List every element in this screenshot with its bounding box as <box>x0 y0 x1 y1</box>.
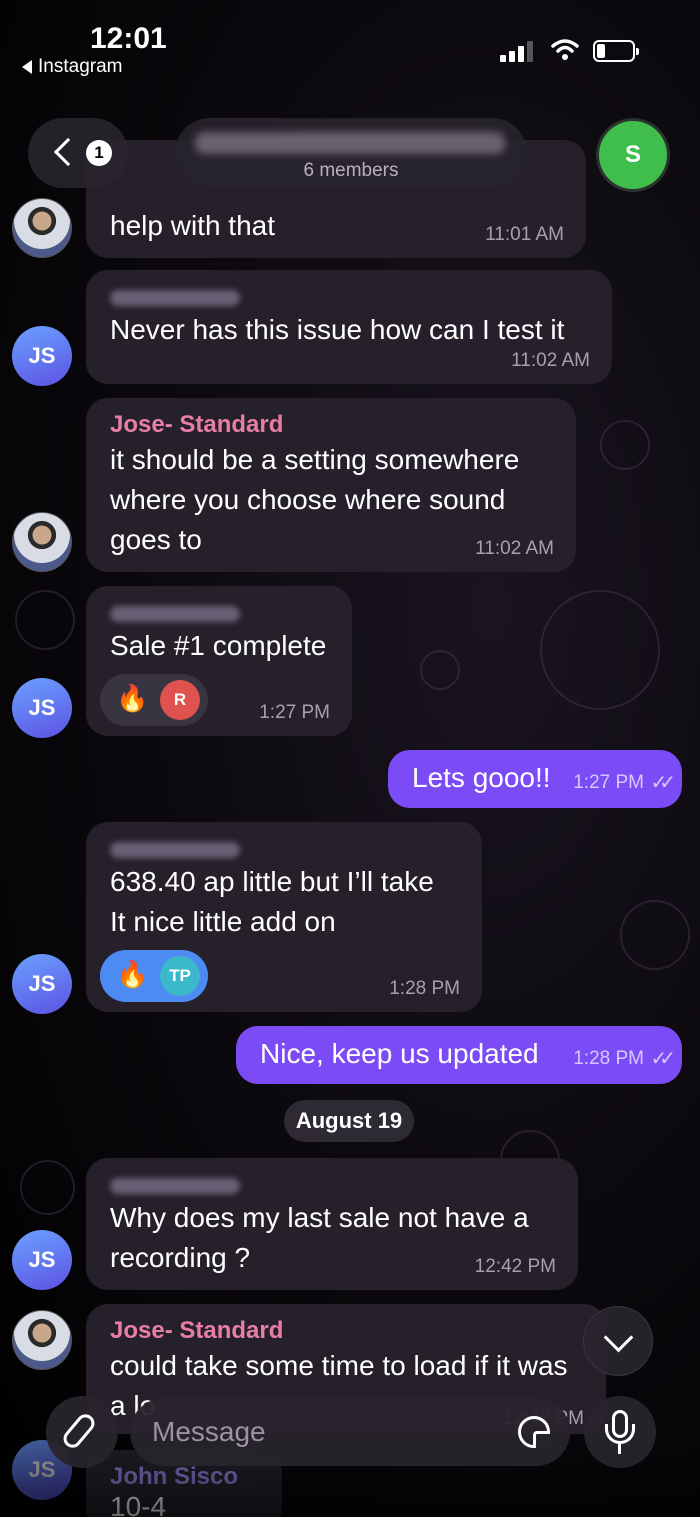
wifi-icon <box>551 39 579 60</box>
battery-icon <box>593 40 639 62</box>
back-chevron-icon <box>53 137 83 167</box>
back-app-label: Instagram <box>38 56 123 77</box>
blurred-group-name <box>195 132 505 154</box>
message-bubble[interactable]: Never has this issue how can I test it 1… <box>86 270 612 384</box>
blurred-sender-name <box>110 1178 240 1194</box>
reaction-user-avatar: TP <box>160 956 200 996</box>
message-time: 12:42 PM <box>474 1256 556 1277</box>
message-text: Sale #1 complete <box>110 630 327 661</box>
signal-icon <box>500 40 538 62</box>
message-text: 10-4 <box>110 1491 167 1517</box>
back-to-app-link[interactable]: Instagram <box>22 56 122 78</box>
message-time: 11:02 AM <box>475 538 554 559</box>
fire-emoji: 🔥 <box>116 683 149 713</box>
unread-count-badge: 1 <box>86 140 112 166</box>
microphone-stem <box>618 1444 621 1454</box>
blurred-sender-name <box>110 290 240 306</box>
scroll-to-bottom-button[interactable] <box>583 1306 653 1376</box>
message-time: 1:27 PM <box>573 772 644 793</box>
message-time: 1:28 PM <box>573 1048 644 1069</box>
chat-title[interactable]: 6 members <box>175 118 527 188</box>
sender-name[interactable]: Jose- Standard <box>110 398 552 440</box>
blurred-sender-name <box>110 606 240 622</box>
back-triangle-icon <box>22 59 32 74</box>
fire-emoji: 🔥 <box>116 959 149 989</box>
message-time: 1:28 PM <box>389 978 460 999</box>
message-bubble[interactable]: Jose- Standard it should be a setting so… <box>86 398 576 572</box>
status-time: 12:01 <box>90 22 167 55</box>
message-bubble[interactable]: 638.40 ap little but I’ll take It nice l… <box>86 822 482 1012</box>
reaction-user-avatar: R <box>160 680 200 720</box>
avatar[interactable]: JS <box>12 326 72 386</box>
status-bar: 12:01 Instagram <box>0 0 700 90</box>
message-input[interactable]: Message <box>130 1398 570 1466</box>
avatar[interactable]: JS <box>12 678 72 738</box>
blurred-sender-name <box>110 842 240 858</box>
avatar[interactable] <box>12 512 72 572</box>
microphone-arc <box>605 1424 635 1444</box>
avatar[interactable] <box>12 1310 72 1370</box>
date-divider: August 19 <box>284 1100 414 1142</box>
outgoing-message-bubble[interactable]: Lets gooo!! 1:27 PM ✓✓ <box>388 750 682 808</box>
message-time: 11:01 AM <box>485 224 564 245</box>
reaction-pill[interactable]: 🔥 TP <box>100 950 208 1002</box>
attach-button[interactable] <box>46 1396 118 1468</box>
avatar[interactable]: JS <box>12 954 72 1014</box>
message-placeholder: Message <box>152 1416 266 1447</box>
message-bubble[interactable]: Why does my last sale not have a recordi… <box>86 1158 578 1290</box>
sender-name[interactable]: Jose- Standard <box>110 1304 582 1346</box>
read-checkmarks-icon: ✓✓ <box>650 1048 675 1070</box>
outgoing-message-bubble[interactable]: Nice, keep us updated 1:28 PM ✓✓ <box>236 1026 682 1084</box>
read-checkmarks-icon: ✓✓ <box>650 772 675 794</box>
message-bubble[interactable]: Sale #1 complete 🔥 R 1:27 PM <box>86 586 352 736</box>
avatar[interactable]: JS <box>12 1230 72 1290</box>
avatar[interactable] <box>12 198 72 258</box>
back-button[interactable]: 1 <box>28 118 128 188</box>
reaction-pill[interactable]: 🔥 R <box>100 674 208 726</box>
members-count: 6 members <box>303 160 399 181</box>
message-time: 1:27 PM <box>259 702 330 723</box>
message-text: 638.40 ap little but I’ll take It nice l… <box>110 866 434 937</box>
paperclip-icon <box>59 1410 99 1452</box>
message-time: 11:02 AM <box>511 350 590 371</box>
sticker-icon[interactable] <box>518 1416 550 1448</box>
group-avatar[interactable]: S <box>596 118 670 192</box>
message-text: Never has this issue how can I test it <box>110 314 565 345</box>
voice-record-button[interactable] <box>584 1396 656 1468</box>
